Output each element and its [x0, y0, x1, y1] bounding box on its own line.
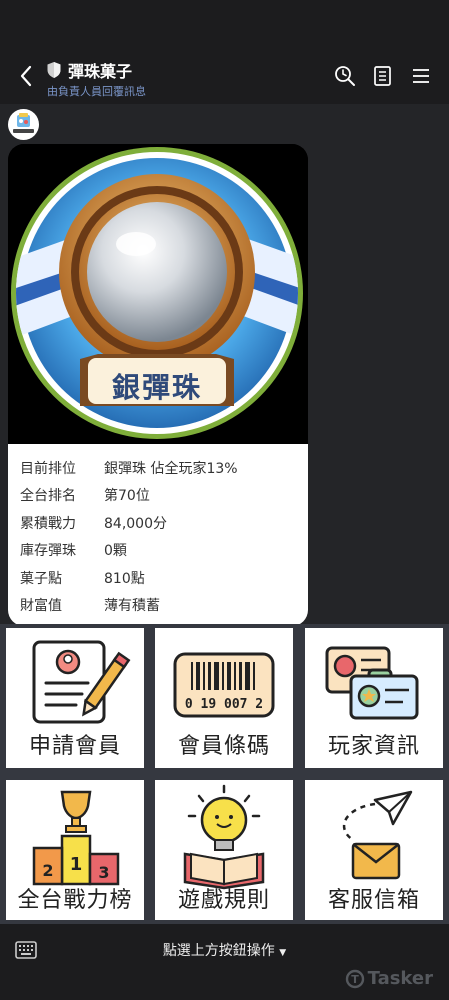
back-button[interactable]: [14, 60, 40, 92]
search-button[interactable]: [333, 64, 357, 88]
info-label: 財富值: [20, 598, 62, 615]
chat-header: 彈珠菓子 由負責人員回覆訊息: [0, 48, 449, 104]
header-title-row: 彈珠菓子: [46, 59, 132, 81]
badge-text: 銀彈珠: [111, 371, 202, 404]
barcode-number: 0 19 007 2: [185, 697, 263, 712]
rank-badge: 銀彈珠: [8, 144, 308, 444]
info-row-national-ranking: 全台排名 第70位: [8, 482, 308, 510]
menu-toggle-label: 點選上方按鈕操作: [162, 943, 275, 959]
info-label: 累積戰力: [20, 515, 76, 532]
hamburger-menu-icon: [413, 69, 429, 83]
shop-logo-icon: [13, 113, 34, 133]
tasker-logo-icon: T: [345, 969, 364, 988]
game-rules-button[interactable]: 遊戲規則: [155, 780, 293, 920]
support-mailbox-button[interactable]: 客服信箱: [305, 780, 443, 920]
svg-text:2: 2: [42, 861, 53, 880]
tile-label: 全台戰力榜: [17, 888, 133, 913]
member-barcode-button[interactable]: 0 19 007 2 會員條碼: [155, 628, 293, 768]
tile-label: 客服信箱: [327, 888, 420, 913]
status-bar: [0, 0, 449, 48]
info-value: 薄有積蓄: [104, 598, 160, 615]
menu-button[interactable]: [409, 64, 433, 88]
svg-text:T: T: [351, 973, 359, 986]
info-label: 目前排位: [20, 460, 76, 477]
info-label: 菓子點: [20, 570, 62, 587]
svg-text:1: 1: [70, 854, 83, 875]
info-row-marbles: 庫存彈珠 0顆: [8, 537, 308, 565]
rich-menu: 申請會員 0 19 007 2 會員條碼 玩家資訊 1 2 3 全台戰力榜 遊戲…: [0, 624, 449, 924]
caret-down-icon: ▼: [279, 948, 287, 958]
info-value: 第70位: [104, 488, 150, 505]
info-label: 庫存彈珠: [20, 543, 76, 560]
info-row-power: 累積戰力 84,000分: [8, 509, 308, 537]
svg-text:3: 3: [98, 863, 109, 882]
leaderboard-button[interactable]: 1 2 3 全台戰力榜: [6, 780, 144, 920]
tile-label: 遊戲規則: [177, 888, 270, 913]
header-subtitle[interactable]: 由負責人員回覆訊息: [47, 83, 146, 99]
search-clock-icon: [335, 66, 355, 86]
info-row-wealth: 財富值 薄有積蓄: [8, 592, 308, 620]
info-row-points: 菓子點 810點: [8, 564, 308, 592]
watermark-text: Tasker: [367, 968, 433, 989]
tile-label: 玩家資訊: [327, 734, 420, 759]
note-icon: [374, 66, 391, 86]
bottom-bar: 點選上方按鈕操作 ▼ T Tasker: [0, 924, 449, 1000]
info-row-rank: 目前排位 銀彈珠 佔全玩家13%: [8, 454, 308, 482]
info-value: 銀彈珠 佔全玩家13%: [104, 460, 238, 477]
apply-member-button[interactable]: 申請會員: [6, 628, 144, 768]
member-card[interactable]: 銀彈珠 目前排位 銀彈珠 佔全玩家13% 全台排名 第70位 累積戰力 84,0…: [8, 144, 308, 626]
member-info-table: 目前排位 銀彈珠 佔全玩家13% 全台排名 第70位 累積戰力 84,000分 …: [8, 444, 308, 626]
page-title: 彈珠菓子: [68, 62, 133, 81]
back-arrow-icon: [20, 65, 32, 87]
shield-icon: [47, 62, 61, 78]
info-value: 84,000分: [104, 515, 167, 532]
tile-label: 會員條碼: [177, 734, 270, 759]
chat-area: 銀彈珠 目前排位 銀彈珠 佔全玩家13% 全台排名 第70位 累積戰力 84,0…: [0, 104, 449, 626]
notes-button[interactable]: [371, 64, 395, 88]
info-label: 全台排名: [20, 488, 76, 505]
info-value: 810點: [104, 570, 145, 587]
tile-label: 申請會員: [28, 734, 121, 759]
rich-menu-toggle[interactable]: 點選上方按鈕操作 ▼: [0, 940, 449, 960]
info-value: 0顆: [104, 543, 127, 560]
tasker-watermark: T Tasker: [345, 968, 433, 989]
avatar[interactable]: [8, 109, 39, 140]
player-info-button[interactable]: 玩家資訊: [305, 628, 443, 768]
